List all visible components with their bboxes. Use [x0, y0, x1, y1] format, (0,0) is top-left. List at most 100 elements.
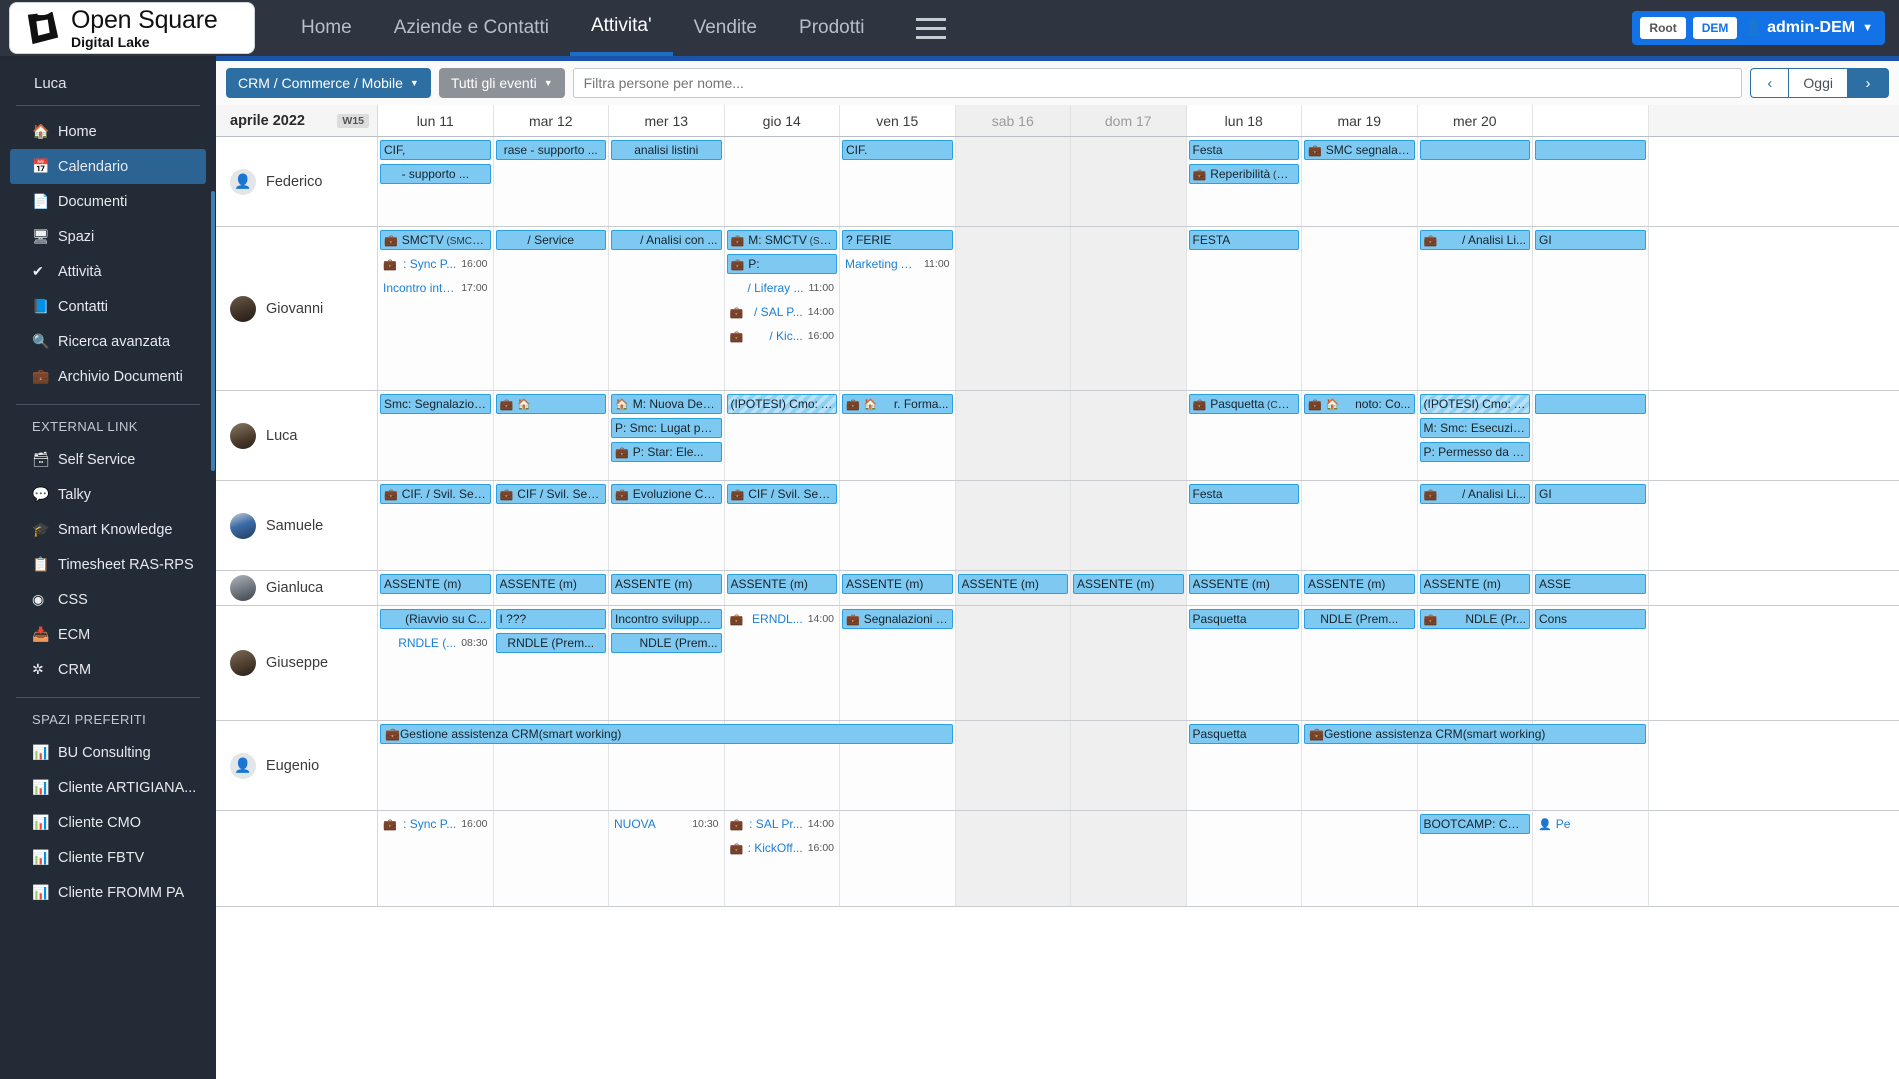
day-cell[interactable] — [724, 137, 840, 226]
sidebar-item-home[interactable]: 🏠 Home — [10, 114, 206, 149]
day-cell[interactable]: ASSENTE (m) — [840, 571, 956, 605]
day-cell[interactable] — [493, 811, 609, 906]
day-cell[interactable] — [1302, 227, 1418, 390]
calendar-event[interactable]: 👤 Pe — [1535, 814, 1646, 834]
topnav-item-prodotti[interactable]: Prodotti — [778, 0, 885, 56]
day-cell[interactable] — [955, 606, 1071, 720]
calendar-event[interactable]: 💼: KickOff... 16:00 — [727, 838, 838, 858]
calendar-event[interactable]: 💼: Sync P... 16:00 — [380, 254, 491, 274]
day-cell[interactable]: ASSENTE (m) — [955, 571, 1071, 605]
calendar-event[interactable]: 💼 SMCTV (SMC Tre... — [380, 230, 491, 250]
day-cell[interactable]: analisi listini — [609, 137, 725, 226]
calendar-event[interactable]: ASSENTE (m) — [380, 574, 491, 594]
person-filter-input[interactable] — [572, 68, 1743, 98]
day-cell[interactable]: ASSENTE (m) — [1186, 571, 1302, 605]
day-header-extra[interactable] — [1533, 105, 1649, 136]
day-cell[interactable]: 💼 / Analisi Li... — [1417, 227, 1533, 390]
day-cell[interactable] — [840, 481, 956, 570]
calendar-event[interactable]: 💼: SAL Pr... 14:00 — [727, 814, 838, 834]
day-cell[interactable]: 💼 Evoluzione Coo... — [609, 481, 725, 570]
prev-week-button[interactable]: ‹ — [1750, 68, 1789, 98]
calendar-event[interactable]: RNDLE (... 08:30 — [380, 633, 491, 653]
calendar-event[interactable]: / Liferay ... 11:00 — [727, 278, 838, 298]
calendar-event[interactable]: RNDLE (Prem... — [495, 633, 606, 653]
day-cell[interactable] — [1071, 137, 1187, 226]
calendar-event[interactable] — [1419, 140, 1530, 160]
calendar-event[interactable]: ASSENTE (m) — [1304, 574, 1415, 594]
calendar-event[interactable]: ASSENTE (m) — [1188, 574, 1299, 594]
day-cell[interactable]: GI — [1533, 227, 1649, 390]
calendar-event[interactable]: 💼 🏠 — [495, 394, 606, 414]
calendar-event[interactable]: 💼 P: Star: Ele... — [611, 442, 722, 462]
day-cell[interactable]: Pasquetta — [1186, 606, 1302, 720]
calendar-event[interactable]: 💼 / Kic... 16:00 — [727, 326, 838, 346]
calendar-event[interactable]: 💼 NDLE (Pr... — [1419, 609, 1530, 629]
day-cell[interactable] — [1302, 481, 1418, 570]
root-badge[interactable]: Root — [1640, 17, 1686, 39]
day-cell[interactable] — [955, 227, 1071, 390]
day-cell[interactable]: 💼 CIF / Svil. Serv... — [724, 481, 840, 570]
day-cell[interactable] — [955, 391, 1071, 480]
calendar-event[interactable]: rase - supporto ... — [495, 140, 606, 160]
day-cell[interactable] — [1533, 391, 1649, 480]
calendar-event[interactable]: 💼 Segnalazioni (S... — [842, 609, 953, 629]
calendar-event[interactable]: NDLE (Prem... — [1304, 609, 1415, 629]
day-cell[interactable]: Incontro sviluppat... NDLE (Prem... — [609, 606, 725, 720]
calendar-event[interactable] — [1535, 140, 1646, 160]
sidebar-item-documenti[interactable]: 📄 Documenti — [10, 184, 206, 219]
day-cell[interactable]: 💼 Pasquetta (Casa) — [1186, 391, 1302, 480]
day-header-mar-19[interactable]: mar 19 — [1302, 105, 1418, 136]
day-cell[interactable]: BOOTCAMP: Cons... — [1417, 811, 1533, 906]
calendar-event[interactable]: Incontro sviluppat... — [611, 609, 722, 629]
day-cell[interactable] — [840, 811, 956, 906]
day-cell[interactable]: ASSENTE (m) — [1071, 571, 1187, 605]
brand-logo[interactable]: Open Square Digital Lake — [10, 3, 254, 53]
calendar-event[interactable]: ASSENTE (m) — [957, 574, 1068, 594]
day-cell[interactable]: 💼 SMC segnalazi... — [1302, 137, 1418, 226]
calendar-event[interactable]: BOOTCAMP: Cons... — [1419, 814, 1530, 834]
calendar-event[interactable]: 💼: Sync P... 16:00 — [380, 814, 491, 834]
calendar-event[interactable]: Incontro inter... 17:00 — [380, 278, 491, 298]
day-cell[interactable] — [1071, 606, 1187, 720]
sidebar-item-crm[interactable]: ✲ CRM — [10, 652, 206, 687]
day-cell[interactable]: 💼 Segnalazioni (S... — [840, 606, 956, 720]
day-cell[interactable]: Pasquetta — [1186, 721, 1302, 810]
day-cell[interactable]: Festa 💼Reperibilità (Sm... — [1186, 137, 1302, 226]
topnav-item-vendite[interactable]: Vendite — [673, 0, 778, 56]
sidebar-item-smart-knowledge[interactable]: 🎓 Smart Knowledge — [10, 512, 206, 547]
calendar-event[interactable]: 🏠 M: Nuova De.Fi... — [611, 394, 722, 414]
event-filter-button[interactable]: Tutti gli eventi ▼ — [438, 68, 565, 98]
day-cell[interactable] — [955, 811, 1071, 906]
sidebar-item-archivio-documenti[interactable]: 💼 Archivio Documenti — [10, 359, 206, 394]
calendar-event[interactable]: CIF, — [380, 140, 491, 160]
day-header-ven-15[interactable]: ven 15 — [840, 105, 956, 136]
day-cell[interactable]: 💼 NDLE (Pr... — [1417, 606, 1533, 720]
sidebar-item-contatti[interactable]: 📘 Contatti — [10, 289, 206, 324]
day-cell[interactable]: 🏠 M: Nuova De.Fi... P: Smc: Lugat per... 💼 P… — [609, 391, 725, 480]
day-cell[interactable]: Festa — [1186, 481, 1302, 570]
calendar-event[interactable]: Festa — [1188, 140, 1299, 160]
calendar-event[interactable]: P: Smc: Lugat per... — [611, 418, 722, 438]
day-cell[interactable]: ASSENTE (m) — [724, 571, 840, 605]
calendar-event[interactable]: / Analisi con ... — [611, 230, 722, 250]
today-button[interactable]: Oggi — [1788, 68, 1847, 98]
day-cell[interactable]: 💼M: SMCTV (SMC...💼P:/ Liferay ...11:00💼/… — [724, 227, 840, 390]
day-header-gio-14[interactable]: gio 14 — [724, 105, 840, 136]
day-header-mar-12[interactable]: mar 12 — [493, 105, 609, 136]
day-cell[interactable]: NDLE (Prem... — [1302, 606, 1418, 720]
day-cell[interactable]: 💼 🏠 r. Forma... — [840, 391, 956, 480]
next-week-button[interactable]: › — [1847, 68, 1889, 98]
day-cell[interactable]: Smc: Segnalazioni ... — [378, 391, 494, 480]
calendar-event[interactable]: ASSENTE (m) — [1419, 574, 1530, 594]
day-cell[interactable]: ASSENTE (m) — [378, 571, 494, 605]
day-cell[interactable]: 💼: SAL Pr... 14:00 💼: KickOff... 16:00 — [724, 811, 840, 906]
calendar-event[interactable]: ASSENTE (m) — [495, 574, 606, 594]
calendar-event[interactable]: P: Permesso da ric... — [1419, 442, 1530, 462]
calendar-event[interactable]: Pasquetta — [1188, 609, 1299, 629]
tenant-badge[interactable]: DEM — [1692, 17, 1738, 39]
day-cell[interactable]: 💼 🏠 noto: Co... — [1302, 391, 1418, 480]
sidebar-item-cliente-fbtv[interactable]: 📊 Cliente FBTV — [10, 840, 206, 875]
calendar-event[interactable] — [1535, 394, 1646, 414]
day-cell[interactable] — [1186, 811, 1302, 906]
day-cell[interactable]: (Riavvio su C... RNDLE (... 08:30 — [378, 606, 494, 720]
